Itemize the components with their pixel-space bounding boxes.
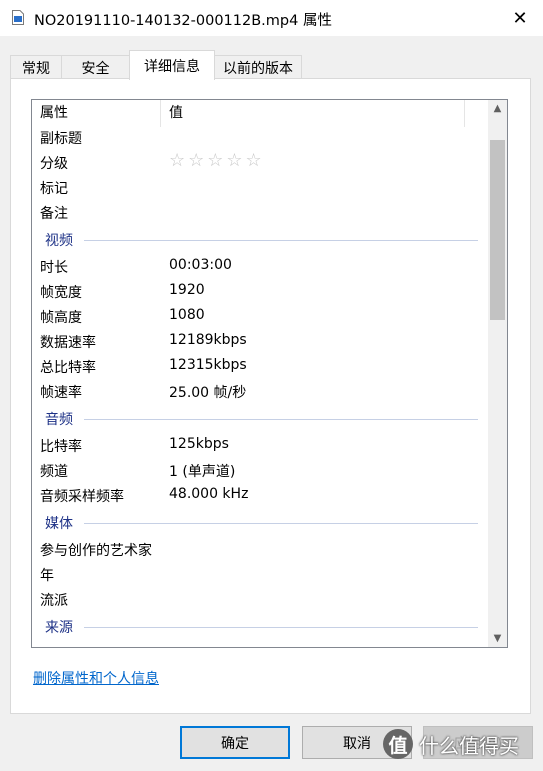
property-name: 帧宽度 (40, 285, 82, 301)
group-divider (84, 240, 478, 241)
group-label: 媒体 (45, 516, 73, 532)
list-item[interactable]: 年 (32, 562, 488, 587)
property-name: 年 (40, 568, 54, 584)
scroll-down-button[interactable]: ▼ (488, 630, 507, 647)
ok-button[interactable]: 确定 (180, 726, 290, 759)
property-value: 12315kbps (169, 357, 247, 373)
close-icon: ✕ (512, 7, 528, 29)
tab-label: 常规 (22, 60, 50, 77)
list-item[interactable]: 数据速率 12189kbps (32, 329, 488, 354)
list-item[interactable]: 时长 00:03:00 (32, 254, 488, 279)
property-name: 副标题 (40, 131, 82, 147)
property-name: 比特率 (40, 439, 82, 455)
group-divider (84, 523, 478, 524)
list-header: 属性 值 (32, 100, 488, 127)
group-header-media: 媒体 (32, 511, 488, 536)
list-item[interactable]: 比特率 125kbps (32, 433, 488, 458)
column-header-value[interactable]: 值 (161, 100, 464, 127)
group-label: 视频 (45, 233, 73, 249)
tab-security[interactable]: 安全 (61, 55, 130, 79)
group-label: 来源 (45, 620, 73, 636)
window-title: NO20191110-140132-000112B.mp4 属性 (34, 13, 332, 29)
list-item[interactable]: 帧宽度 1920 (32, 279, 488, 304)
list-item[interactable]: 总比特率 12315kbps (32, 354, 488, 379)
list-item[interactable]: 帧速率 25.00 帧/秒 (32, 379, 488, 404)
group-header-audio: 音频 (32, 407, 488, 432)
property-name: 参与创作的艺术家 (40, 543, 152, 559)
property-value: 25.00 帧/秒 (169, 385, 247, 401)
tab-general[interactable]: 常规 (10, 55, 62, 79)
details-panel: 属性 值 副标题 分级 ☆☆☆☆☆ 标记 备注 视频 时长 00:03:00 帧… (10, 78, 531, 714)
tab-label: 详细信息 (144, 58, 200, 75)
property-name: 数据速率 (40, 335, 96, 351)
chevron-up-icon: ▲ (493, 103, 502, 114)
column-divider[interactable] (464, 100, 465, 127)
property-value: 1080 (169, 307, 205, 323)
group-header-source: 来源 (32, 615, 488, 640)
scrollbar-thumb[interactable] (490, 140, 505, 320)
property-name: 备注 (40, 206, 68, 222)
title-bar: NO20191110-140132-000112B.mp4 属性 ✕ (0, 0, 543, 36)
property-name: 频道 (40, 464, 68, 480)
vertical-scrollbar[interactable]: ▲ ▼ (488, 100, 507, 647)
property-name: 总比特率 (40, 360, 96, 376)
list-item[interactable]: 分级 ☆☆☆☆☆ (32, 150, 488, 175)
property-name: 标记 (40, 181, 68, 197)
property-name: 帧高度 (40, 310, 82, 326)
group-header-video: 视频 (32, 228, 488, 253)
remove-properties-link[interactable]: 删除属性和个人信息 (33, 668, 159, 688)
list-item[interactable]: 帧高度 1080 (32, 304, 488, 329)
chevron-down-icon: ▼ (493, 633, 502, 644)
property-value: 1 (单声道) (169, 464, 236, 480)
watermark-text: 什么值得买 (419, 733, 519, 758)
tab-label: 安全 (81, 60, 110, 77)
property-list[interactable]: 属性 值 副标题 分级 ☆☆☆☆☆ 标记 备注 视频 时长 00:03:00 帧… (31, 99, 508, 648)
close-button[interactable]: ✕ (497, 0, 543, 36)
group-label: 音频 (45, 412, 73, 428)
list-item[interactable]: 流派 (32, 587, 488, 612)
tab-details[interactable]: 详细信息 (129, 50, 215, 80)
scroll-up-button[interactable]: ▲ (488, 100, 507, 117)
list-item[interactable]: 副标题 (32, 125, 488, 150)
property-value: 00:03:00 (169, 257, 232, 273)
list-item[interactable]: 备注 (32, 200, 488, 225)
list-item[interactable]: 音频采样频率 48.000 kHz (32, 483, 488, 508)
list-item[interactable]: 标记 (32, 175, 488, 200)
tab-previous-versions[interactable]: 以前的版本 (214, 55, 302, 79)
rating-stars[interactable]: ☆☆☆☆☆ (169, 150, 265, 171)
property-value: 125kbps (169, 436, 229, 452)
tab-label: 以前的版本 (223, 60, 293, 77)
property-name: 音频采样频率 (40, 489, 124, 505)
property-name: 时长 (40, 260, 68, 276)
property-name: 分级 (40, 156, 68, 172)
list-item[interactable]: 频道 1 (单声道) (32, 458, 488, 483)
file-icon (12, 10, 24, 25)
watermark: 值 什么值得买 (383, 724, 519, 764)
list-item[interactable]: 参与创作的艺术家 (32, 537, 488, 562)
watermark-logo-icon: 值 (383, 729, 413, 759)
property-value: 1920 (169, 282, 205, 298)
column-header-property[interactable]: 属性 (32, 100, 160, 127)
property-value: 48.000 kHz (169, 486, 249, 502)
property-value: 12189kbps (169, 332, 247, 348)
group-divider (84, 627, 478, 628)
property-name: 帧速率 (40, 385, 82, 401)
property-name: 流派 (40, 593, 68, 609)
group-divider (84, 419, 478, 420)
